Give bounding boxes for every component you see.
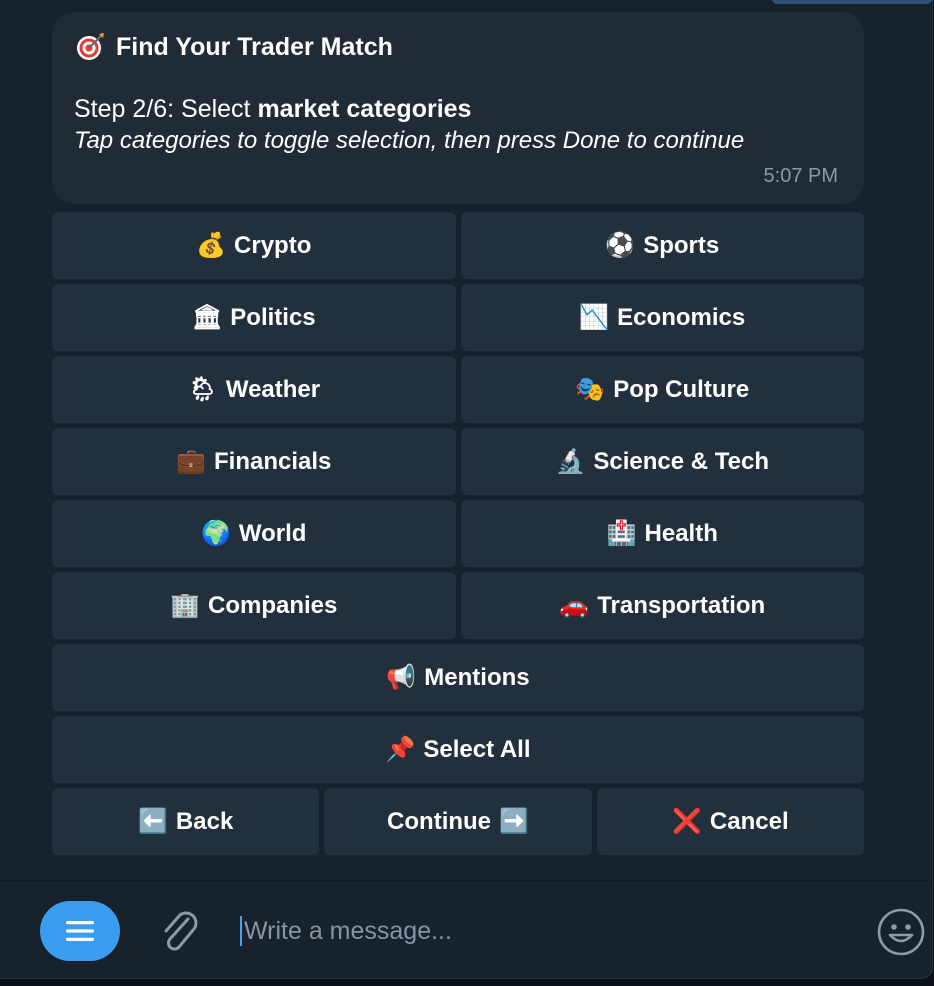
step-bold: market categories (257, 95, 472, 123)
keyboard-row: 📌 Select All (52, 716, 864, 783)
science-tech-button[interactable]: 🔬 Science & Tech (460, 428, 864, 495)
microscope-icon: 🔬 (555, 448, 586, 475)
button-label: Mentions (424, 663, 530, 691)
weather-button[interactable]: 🌦 Weather (52, 356, 456, 423)
message-composer: Write a message... (0, 880, 932, 978)
smiley-icon[interactable] (876, 907, 926, 962)
theater-masks-icon: 🎭 (575, 376, 606, 403)
health-button[interactable]: 🏥 Health (460, 500, 864, 567)
previous-message-edge (772, 0, 932, 4)
paperclip-icon[interactable] (158, 909, 202, 962)
message-title-text: Find Your Trader Match (116, 32, 393, 61)
text-caret (240, 916, 242, 946)
menu-icon (66, 921, 94, 941)
keyboard-row: ⬅️ Back Continue ➡️ ❌ Cancel (52, 788, 864, 855)
button-label: Back (175, 807, 234, 835)
office-building-icon: 🏢 (170, 592, 200, 619)
keyboard-row: 🏢 Companies 🚗 Transportation (52, 572, 864, 639)
button-label: Economics (617, 303, 746, 331)
crypto-button[interactable]: 💰 Crypto (52, 212, 456, 279)
financials-button[interactable]: 💼 Financials (52, 428, 456, 495)
globe-icon: 🌍 (201, 520, 231, 547)
bot-message-bubble: Find Your Trader Match Step 2/6: Select … (52, 12, 864, 204)
right-arrow-icon: ➡️ (499, 808, 529, 835)
chart-decreasing-icon: 📉 (579, 304, 610, 331)
car-icon: 🚗 (559, 592, 590, 619)
step-prefix: Step 2/6: Select (74, 95, 258, 123)
button-label: Financials (214, 447, 332, 475)
button-label: Sports (643, 231, 720, 259)
briefcase-icon: 💼 (176, 448, 206, 475)
cancel-button[interactable]: ❌ Cancel (596, 788, 864, 855)
message-input[interactable]: Write a message... (240, 911, 840, 951)
keyboard-row: 📢 Mentions (52, 644, 864, 711)
button-label: Companies (208, 591, 338, 619)
menu-button[interactable] (40, 901, 120, 961)
transportation-button[interactable]: 🚗 Transportation (460, 572, 864, 639)
inline-keyboard: 💰 Crypto ⚽ Sports 🏛 Politics 📉 Economics 🌦 Weathe… (52, 212, 864, 860)
chat-window: Find Your Trader Match Step 2/6: Select … (0, 0, 933, 979)
button-label: Pop Culture (613, 375, 750, 403)
politics-button[interactable]: 🏛 Politics (52, 284, 456, 351)
loudspeaker-icon: 📢 (386, 664, 417, 691)
soccer-ball-icon: ⚽ (605, 232, 636, 259)
continue-button[interactable]: Continue ➡️ (324, 788, 592, 855)
button-label: Select All (423, 735, 531, 763)
economics-button[interactable]: 📉 Economics (460, 284, 864, 351)
back-button[interactable]: ⬅️ Back (52, 788, 320, 855)
hospital-icon: 🏥 (606, 520, 637, 547)
message-title: Find Your Trader Match (74, 30, 842, 64)
keyboard-row: 💼 Financials 🔬 Science & Tech (52, 428, 864, 495)
world-button[interactable]: 🌍 World (52, 500, 456, 567)
keyboard-row: 🌍 World 🏥 Health (52, 500, 864, 567)
message-input-placeholder: Write a message... (244, 916, 452, 945)
button-label: Health (644, 519, 718, 547)
money-bag-icon: 💰 (196, 232, 227, 259)
pushpin-icon: 📌 (385, 736, 416, 763)
pop-culture-button[interactable]: 🎭 Pop Culture (460, 356, 864, 423)
companies-button[interactable]: 🏢 Companies (52, 572, 456, 639)
button-label: Transportation (597, 591, 766, 619)
classical-building-icon: 🏛 (191, 304, 223, 331)
keyboard-row: 🌦 Weather 🎭 Pop Culture (52, 356, 864, 423)
button-label: Weather (225, 375, 321, 403)
button-label: World (238, 519, 307, 547)
sun-rain-cloud-icon: 🌦 (187, 376, 218, 403)
button-label: Crypto (234, 231, 312, 259)
button-label: Continue (387, 807, 492, 835)
select-all-button[interactable]: 📌 Select All (52, 716, 864, 783)
cross-mark-icon: ❌ (672, 808, 702, 835)
keyboard-row: 💰 Crypto ⚽ Sports (52, 212, 864, 279)
message-timestamp: 5:07 PM (763, 165, 838, 187)
button-label: Cancel (709, 807, 789, 835)
button-label: Science & Tech (593, 447, 770, 475)
left-arrow-icon: ⬅️ (138, 808, 168, 835)
mentions-button[interactable]: 📢 Mentions (52, 644, 864, 711)
button-label: Politics (230, 303, 316, 331)
sports-button[interactable]: ⚽ Sports (460, 212, 864, 279)
target-icon (74, 31, 106, 63)
step-text: Step 2/6: Select market categories (74, 93, 842, 125)
keyboard-row: 🏛 Politics 📉 Economics (52, 284, 864, 351)
hint-text: Tap categories to toggle selection, then… (74, 127, 745, 154)
